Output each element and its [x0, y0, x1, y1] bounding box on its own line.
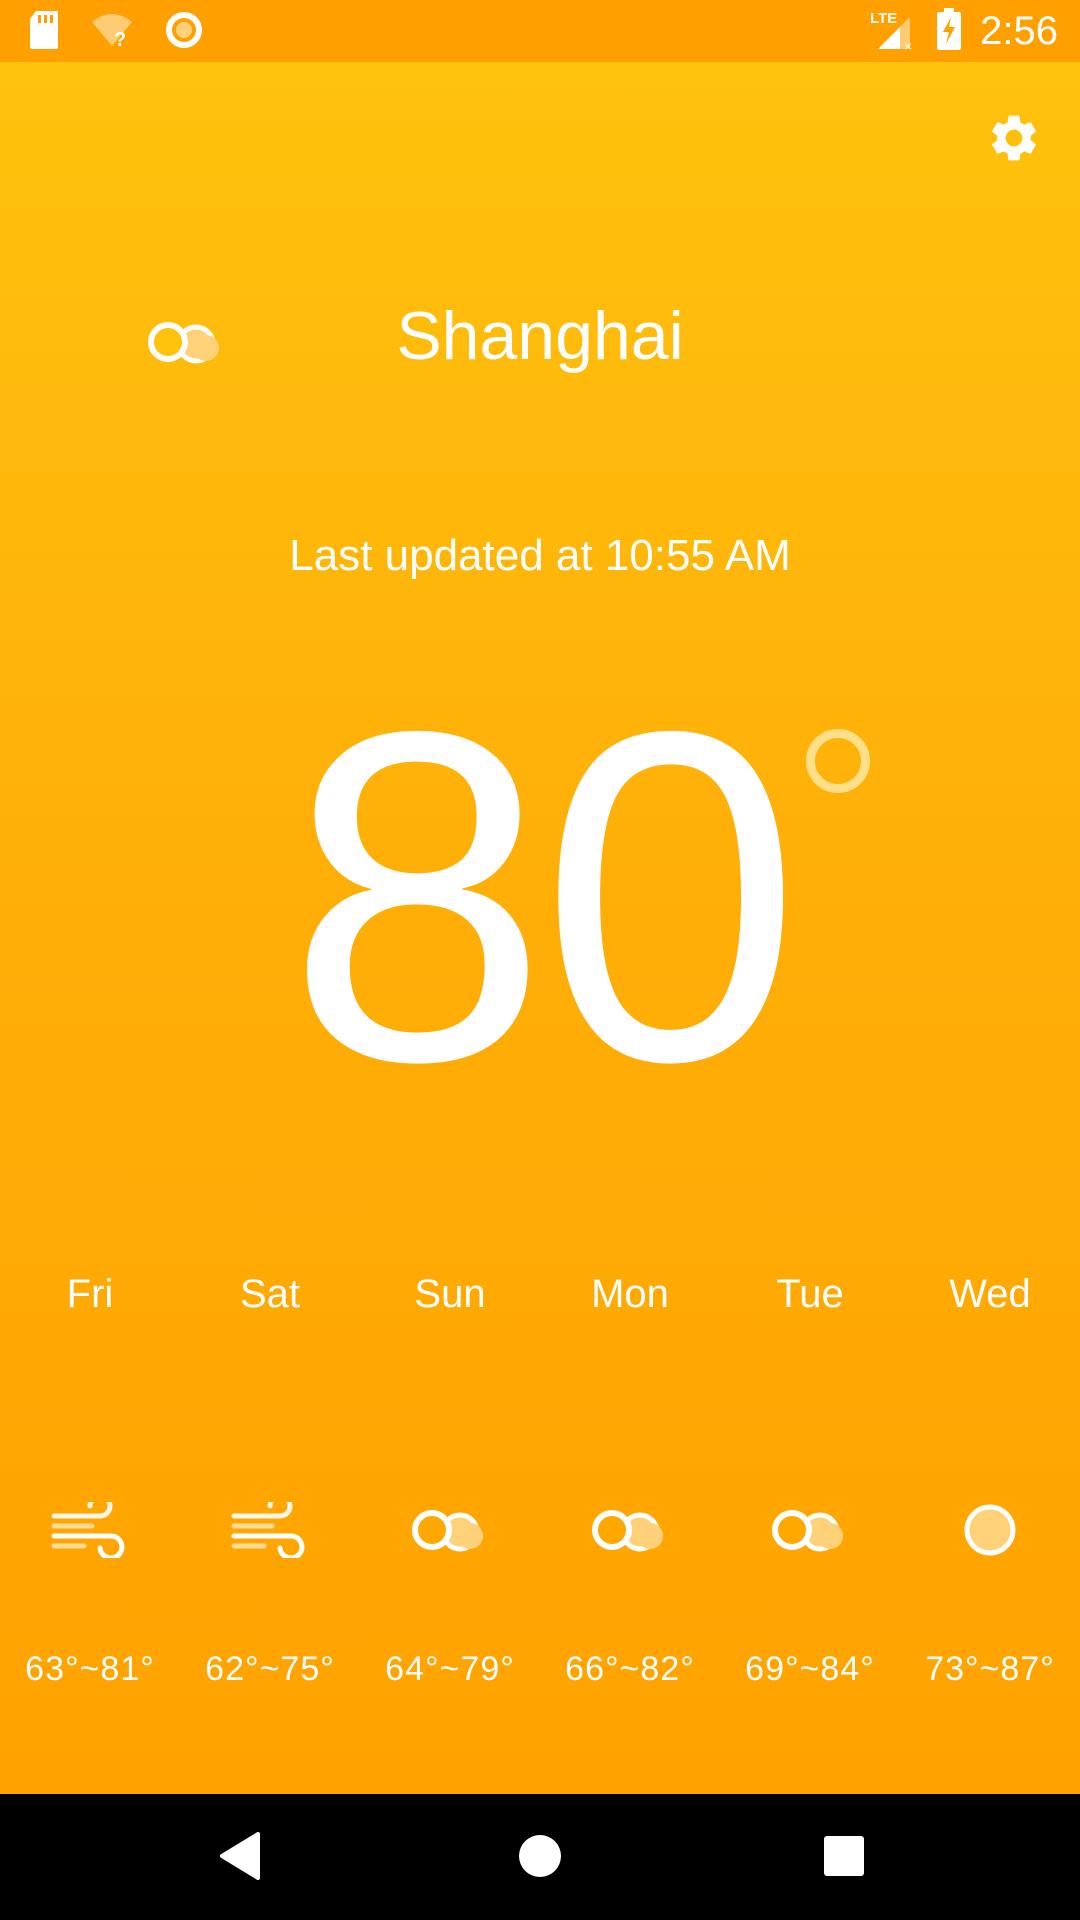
forecast-temp-range: 63°~81°	[25, 1650, 155, 1688]
recents-icon	[823, 1835, 865, 1882]
home-button[interactable]	[512, 1830, 568, 1886]
svg-text:LTE: LTE	[870, 10, 897, 27]
cloudy-icon	[590, 1502, 670, 1558]
status-bar: ? LTE × 2:56	[0, 0, 1080, 62]
sun-icon	[950, 1502, 1030, 1558]
forecast-day-label: Mon	[591, 1272, 669, 1316]
forecast-day-label: Fri	[66, 1272, 114, 1316]
sd-card-icon	[28, 10, 60, 54]
svg-text:×: ×	[904, 38, 912, 51]
battery-charging-icon	[936, 7, 962, 55]
forecast-day-sat: Sat 62°~75°	[180, 1252, 360, 1712]
navigation-bar	[0, 1794, 1080, 1920]
current-temperature: 80	[286, 634, 802, 1159]
degree-ring-icon	[806, 729, 870, 793]
forecast-temp-range: 62°~75°	[205, 1650, 335, 1688]
home-icon	[517, 1833, 563, 1884]
forecast-day-fri: Fri 63°~81°	[0, 1252, 180, 1712]
forecast-day-mon: Mon 66°~82°	[540, 1252, 720, 1712]
forecast-row: Fri 63°~81° Sat 62°~75° Sun 64°~79° Mon 66°~82°…	[0, 1252, 1080, 1712]
status-time: 2:56	[980, 8, 1058, 53]
recents-button[interactable]	[816, 1830, 872, 1886]
forecast-day-sun: Sun 64°~79°	[360, 1252, 540, 1712]
lte-signal-icon: LTE ×	[870, 7, 918, 56]
ring-icon	[164, 10, 204, 55]
status-bar-left-icons: ?	[28, 10, 204, 54]
svg-text:?: ?	[114, 29, 126, 48]
wind-icon	[230, 1493, 310, 1561]
wind-icon	[50, 1493, 130, 1561]
weather-screen: Shanghai Last updated at 10:55 AM 80 Fri…	[0, 62, 1080, 1794]
forecast-day-label: Tue	[776, 1272, 844, 1316]
cloudy-icon	[146, 314, 226, 370]
wifi-question-icon: ?	[90, 12, 134, 53]
gear-icon	[986, 110, 1042, 171]
forecast-day-label: Sat	[239, 1272, 301, 1316]
forecast-day-label: Sun	[414, 1272, 486, 1316]
city-name: Shanghai	[396, 298, 684, 374]
forecast-temp-range: 64°~79°	[385, 1650, 515, 1688]
forecast-temp-range: 66°~82°	[565, 1650, 695, 1688]
settings-button[interactable]	[978, 104, 1050, 176]
cloudy-icon	[770, 1502, 850, 1558]
forecast-day-label: Wed	[949, 1272, 1031, 1316]
status-bar-right-icons: LTE × 2:56	[870, 7, 1058, 56]
back-icon	[218, 1831, 262, 1885]
last-updated-text: Last updated at 10:55 AM	[289, 531, 791, 580]
forecast-temp-range: 69°~84°	[745, 1650, 875, 1688]
cloudy-icon	[410, 1502, 490, 1558]
back-button[interactable]	[212, 1830, 268, 1886]
forecast-day-tue: Tue 69°~84°	[720, 1252, 900, 1712]
forecast-temp-range: 73°~87°	[925, 1650, 1055, 1688]
forecast-day-wed: Wed 73°~87°	[900, 1252, 1080, 1712]
